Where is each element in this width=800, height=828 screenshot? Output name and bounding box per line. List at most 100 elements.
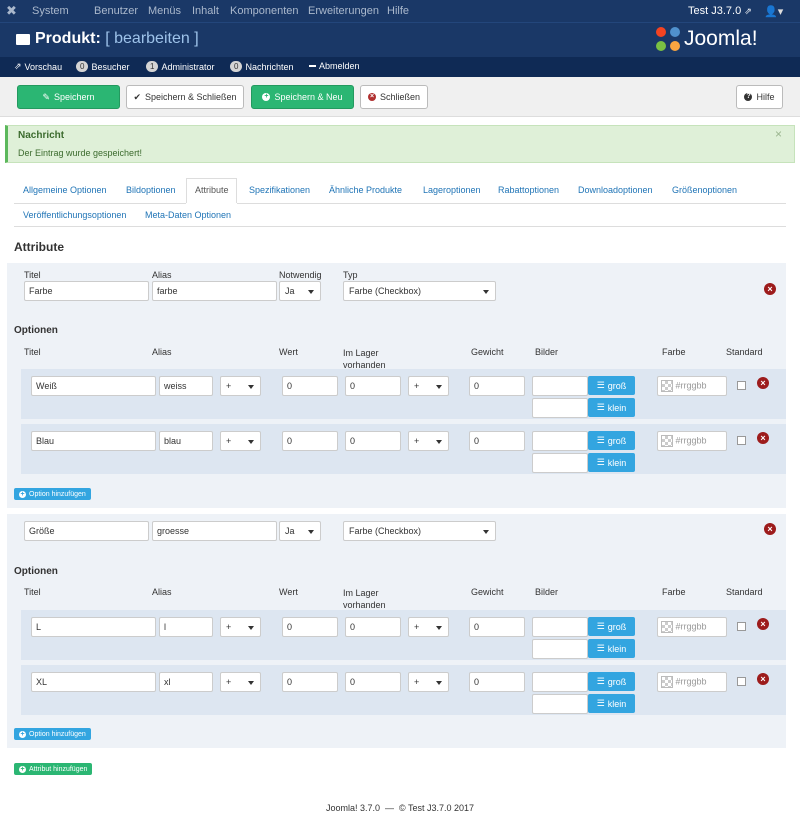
delete-option-icon[interactable]: ×: [757, 618, 769, 630]
site-link[interactable]: Test J3.7.0 ⇗: [688, 5, 752, 17]
image-small-button[interactable]: ☰ klein: [588, 453, 635, 472]
visitors-status[interactable]: 0 Besucher: [76, 61, 129, 72]
color-input[interactable]: #rrggbb: [657, 672, 727, 692]
joomla-menu-icon[interactable]: ✖: [6, 3, 17, 19]
option-weight-input[interactable]: 0: [469, 672, 525, 692]
image-large-input[interactable]: [532, 617, 588, 637]
message-close-icon[interactable]: ×: [775, 127, 782, 141]
option-weight-input[interactable]: 0: [469, 617, 525, 637]
weight-operator-select[interactable]: +: [408, 376, 449, 396]
option-title-input[interactable]: Weiß: [31, 376, 156, 396]
menu-components[interactable]: Komponenten: [230, 5, 299, 17]
attribute-title-input[interactable]: Farbe: [24, 281, 149, 301]
add-attribute-button[interactable]: + Attribut hinzufügen: [14, 763, 93, 775]
option-value-input[interactable]: 0: [282, 617, 338, 637]
menu-extensions[interactable]: Erweiterungen: [308, 5, 379, 17]
image-small-input[interactable]: [532, 694, 588, 714]
price-operator-select[interactable]: +: [220, 672, 261, 692]
image-large-button[interactable]: ☰ groß: [588, 431, 635, 450]
tab-stock[interactable]: Lageroptionen: [423, 185, 481, 195]
image-small-button[interactable]: ☰ klein: [588, 694, 635, 713]
image-small-input[interactable]: [532, 398, 588, 418]
option-alias-input[interactable]: weiss: [159, 376, 213, 396]
image-small-input[interactable]: [532, 639, 588, 659]
tab-images[interactable]: Bildoptionen: [126, 185, 176, 195]
logout-link[interactable]: Abmelden: [309, 61, 360, 71]
option-value-input[interactable]: 0: [282, 431, 338, 451]
delete-option-icon[interactable]: ×: [757, 432, 769, 444]
weight-operator-select[interactable]: +: [408, 617, 449, 637]
type-select[interactable]: Farbe (Checkbox): [343, 281, 496, 301]
option-title-input[interactable]: Blau: [31, 431, 156, 451]
option-stock-input[interactable]: 0: [345, 672, 401, 692]
default-checkbox[interactable]: [737, 677, 746, 686]
image-small-input[interactable]: [532, 453, 588, 473]
option-value-input[interactable]: 0: [282, 376, 338, 396]
save-close-button[interactable]: ✔ Speichern & Schließen: [126, 85, 244, 109]
option-title-input[interactable]: L: [31, 617, 156, 637]
color-input[interactable]: #rrggbb: [657, 431, 727, 451]
attribute-title-input[interactable]: Größe: [24, 521, 149, 541]
default-checkbox[interactable]: [737, 436, 746, 445]
preview-link[interactable]: ⇗ Vorschau: [14, 61, 62, 72]
menu-help[interactable]: Hilfe: [387, 5, 409, 17]
image-large-button[interactable]: ☰ groß: [588, 672, 635, 691]
weight-operator-select[interactable]: +: [408, 672, 449, 692]
option-stock-input[interactable]: 0: [345, 431, 401, 451]
image-large-button[interactable]: ☰ groß: [588, 376, 635, 395]
tab-downloads[interactable]: Downloadoptionen: [578, 185, 653, 195]
option-weight-input[interactable]: 0: [469, 431, 525, 451]
required-select[interactable]: Ja: [279, 521, 321, 541]
option-stock-input[interactable]: 0: [345, 376, 401, 396]
option-weight-input[interactable]: 0: [469, 376, 525, 396]
option-stock-input[interactable]: 0: [345, 617, 401, 637]
save-button[interactable]: ✎ Speichern: [17, 85, 120, 109]
save-new-button[interactable]: + Speichern & Neu: [251, 85, 354, 109]
type-select[interactable]: Farbe (Checkbox): [343, 521, 496, 541]
delete-attribute-icon[interactable]: ×: [764, 523, 776, 535]
option-value-input[interactable]: 0: [282, 672, 338, 692]
menu-users[interactable]: Benutzer: [94, 5, 138, 17]
attribute-alias-input[interactable]: farbe: [152, 281, 277, 301]
image-small-button[interactable]: ☰ klein: [588, 639, 635, 658]
tab-sizes[interactable]: Größenoptionen: [672, 185, 737, 195]
tab-attributes[interactable]: Attribute: [195, 185, 229, 195]
option-alias-input[interactable]: blau: [159, 431, 213, 451]
tab-specifications[interactable]: Spezifikationen: [249, 185, 310, 195]
option-title-input[interactable]: XL: [31, 672, 156, 692]
messages-status[interactable]: 0 Nachrichten: [230, 61, 293, 72]
image-large-input[interactable]: [532, 431, 588, 451]
menu-system[interactable]: System: [32, 5, 69, 17]
tab-publishing[interactable]: Veröffentlichungsoptionen: [23, 210, 126, 220]
user-menu-icon[interactable]: 👤▾: [764, 5, 783, 18]
menu-content[interactable]: Inhalt: [192, 5, 219, 17]
tab-general[interactable]: Allgemeine Optionen: [23, 185, 107, 195]
image-large-input[interactable]: [532, 672, 588, 692]
required-select[interactable]: Ja: [279, 281, 321, 301]
default-checkbox[interactable]: [737, 381, 746, 390]
image-large-button[interactable]: ☰ groß: [588, 617, 635, 636]
default-checkbox[interactable]: [737, 622, 746, 631]
add-option-button[interactable]: + Option hinzufügen: [14, 728, 91, 740]
weight-operator-select[interactable]: +: [408, 431, 449, 451]
tab-discount[interactable]: Rabattoptionen: [498, 185, 559, 195]
tab-metadata[interactable]: Meta-Daten Optionen: [145, 210, 231, 220]
price-operator-select[interactable]: +: [220, 617, 261, 637]
delete-option-icon[interactable]: ×: [757, 377, 769, 389]
attribute-alias-input[interactable]: groesse: [152, 521, 277, 541]
option-alias-input[interactable]: xl: [159, 672, 213, 692]
close-button[interactable]: × Schließen: [360, 85, 428, 109]
menu-menus[interactable]: Menüs: [148, 5, 181, 17]
add-option-button[interactable]: + Option hinzufügen: [14, 488, 91, 500]
admin-status[interactable]: 1 Administrator: [146, 61, 214, 72]
help-button[interactable]: ? Hilfe: [736, 85, 783, 109]
option-alias-input[interactable]: l: [159, 617, 213, 637]
delete-attribute-icon[interactable]: ×: [764, 283, 776, 295]
image-small-button[interactable]: ☰ klein: [588, 398, 635, 417]
price-operator-select[interactable]: +: [220, 376, 261, 396]
tab-related[interactable]: Ähnliche Produkte: [329, 185, 402, 195]
delete-option-icon[interactable]: ×: [757, 673, 769, 685]
color-input[interactable]: #rrggbb: [657, 617, 727, 637]
image-large-input[interactable]: [532, 376, 588, 396]
color-input[interactable]: #rrggbb: [657, 376, 727, 396]
